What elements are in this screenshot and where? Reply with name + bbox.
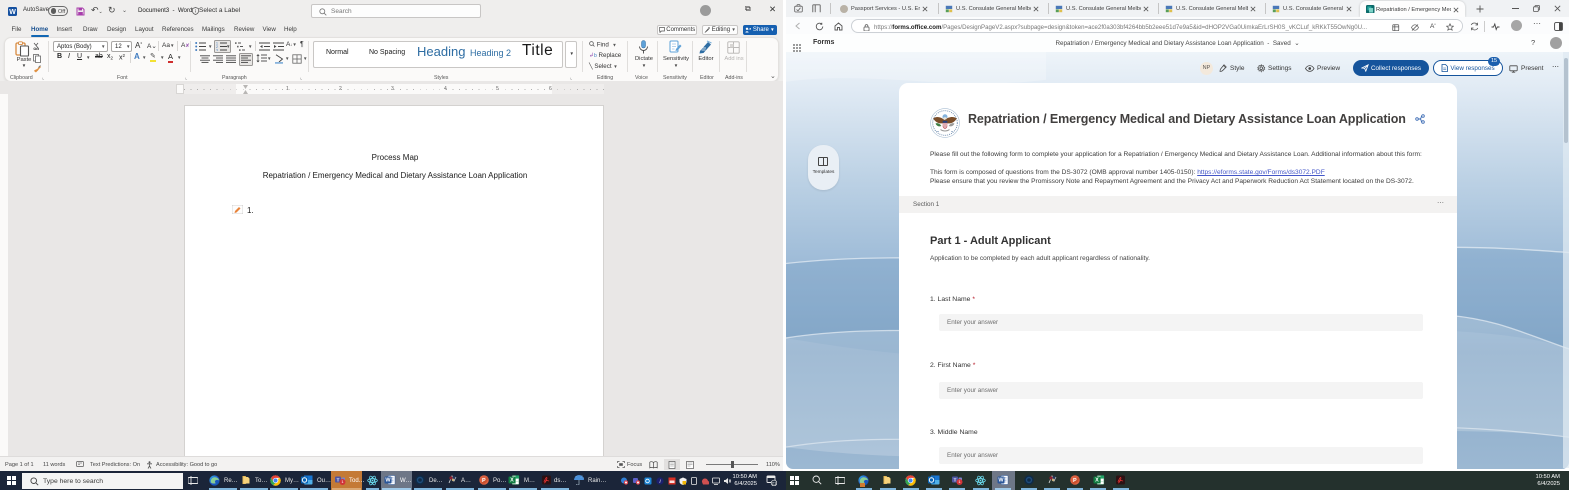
- svg-text:W: W: [385, 478, 391, 484]
- svg-text:T: T: [337, 477, 340, 482]
- svg-text:X: X: [1095, 478, 1099, 484]
- svg-text:W: W: [9, 9, 16, 16]
- svg-text:X: X: [510, 478, 514, 484]
- svg-text:3: 3: [216, 48, 218, 51]
- svg-text:T: T: [954, 477, 957, 482]
- svg-text:P: P: [482, 478, 486, 484]
- svg-text:W: W: [998, 478, 1004, 484]
- svg-text:21: 21: [772, 481, 777, 486]
- svg-text:P: P: [1073, 478, 1077, 484]
